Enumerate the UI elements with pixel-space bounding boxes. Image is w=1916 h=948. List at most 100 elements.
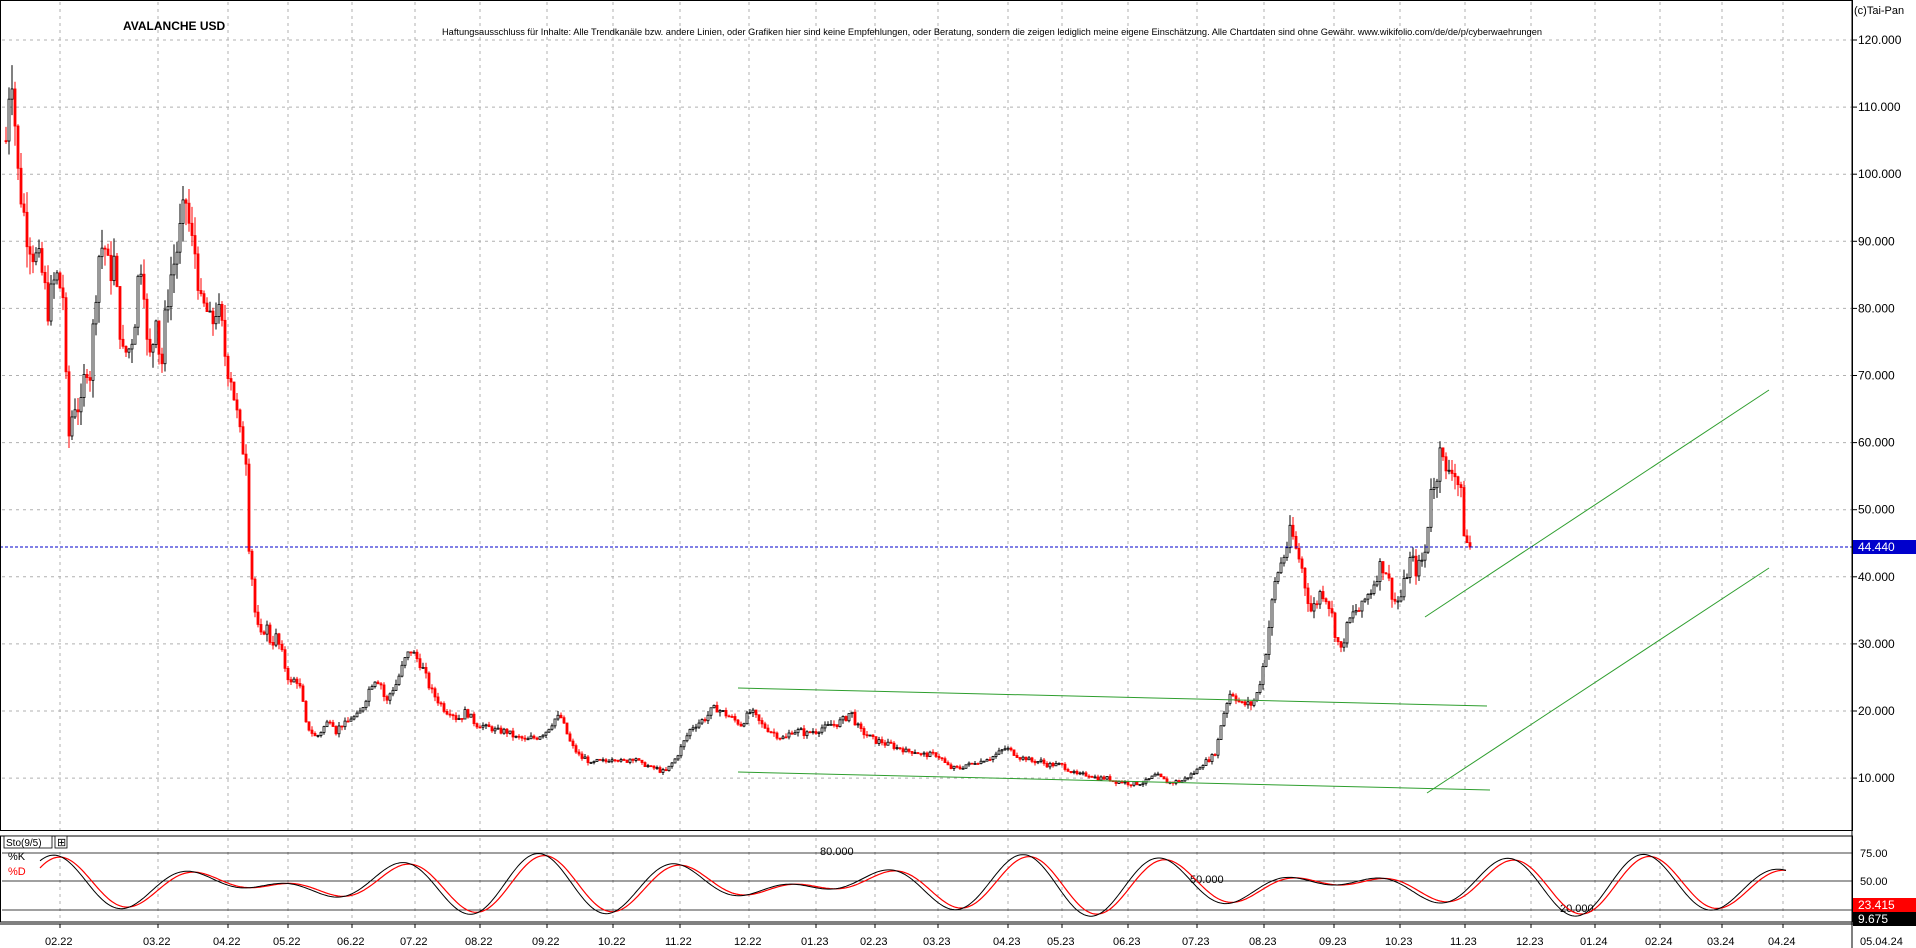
candle — [472, 711, 476, 727]
candle — [754, 709, 758, 718]
candle — [1366, 593, 1370, 605]
x-tick-label: 03.22 — [143, 936, 171, 948]
candle — [1258, 680, 1262, 695]
candle — [829, 720, 833, 726]
candle — [148, 328, 152, 357]
candle — [1084, 771, 1088, 777]
candle — [1216, 737, 1220, 759]
candle — [778, 737, 782, 741]
candle — [1456, 475, 1460, 497]
candle — [898, 747, 902, 751]
candle — [598, 758, 602, 761]
candle — [235, 393, 239, 419]
candle — [37, 239, 41, 258]
candle — [1234, 693, 1238, 705]
candle — [1225, 702, 1229, 718]
candle — [853, 709, 857, 726]
candle — [100, 229, 104, 269]
x-tick-label: 11.23 — [1450, 936, 1477, 948]
candle — [604, 758, 608, 764]
current-price-label: 44.440 — [1858, 540, 1895, 554]
candle — [1369, 589, 1373, 599]
y-tick-label: 90.000 — [1858, 234, 1895, 248]
candle — [103, 245, 107, 266]
candle — [1186, 777, 1190, 781]
candle — [1387, 564, 1391, 582]
candle — [649, 765, 653, 768]
candle — [1390, 577, 1394, 608]
candle — [397, 673, 401, 686]
candle — [196, 246, 200, 300]
candle — [1033, 759, 1037, 766]
candle — [622, 758, 626, 761]
candle — [355, 710, 359, 718]
candle — [835, 724, 839, 730]
candle — [16, 124, 20, 180]
candle — [418, 653, 422, 671]
candle — [1192, 770, 1196, 775]
candle — [601, 757, 605, 763]
candle — [385, 694, 389, 704]
candle — [274, 628, 278, 648]
candle — [529, 732, 533, 740]
x-tick-label: 08.23 — [1249, 936, 1277, 948]
candle — [337, 722, 341, 738]
candle — [946, 760, 950, 766]
candle — [256, 604, 260, 628]
candle — [1291, 516, 1295, 540]
candle — [1129, 784, 1133, 788]
candle — [1063, 762, 1067, 772]
candle — [1057, 762, 1061, 766]
candle — [559, 712, 563, 719]
candle — [1279, 557, 1283, 574]
candle — [1384, 571, 1388, 575]
candle — [187, 189, 191, 232]
candle — [1003, 745, 1007, 751]
candle — [1054, 760, 1058, 767]
x-tick-label: 05.22 — [273, 936, 301, 948]
candle — [454, 712, 458, 723]
candle — [466, 708, 470, 719]
candle — [628, 758, 632, 765]
candle — [328, 719, 332, 725]
candle — [1342, 638, 1346, 652]
candle — [535, 736, 539, 741]
candle — [1039, 757, 1043, 764]
candle — [550, 723, 554, 731]
candle — [676, 754, 680, 762]
candle — [412, 650, 416, 654]
candle — [286, 666, 290, 685]
candle — [1336, 637, 1340, 646]
candle — [499, 725, 503, 735]
candle — [808, 730, 812, 734]
candle — [1408, 551, 1412, 584]
candle — [502, 727, 506, 735]
candle — [724, 707, 728, 719]
candle — [733, 713, 737, 723]
candle — [322, 725, 326, 735]
candle — [373, 681, 377, 689]
candle — [124, 345, 128, 358]
candle — [1159, 773, 1163, 778]
disclaimer-text: Haftungsausschluss für Inhalte: Alle Tre… — [442, 27, 1542, 38]
candle — [199, 278, 203, 297]
candle — [760, 717, 764, 728]
candle — [568, 731, 572, 742]
candle — [1162, 776, 1166, 780]
candle — [1012, 749, 1016, 757]
candle — [907, 748, 911, 754]
x-tick-label: 09.23 — [1319, 936, 1347, 948]
candle — [250, 549, 254, 587]
candle — [91, 319, 95, 398]
candle — [160, 347, 164, 373]
candle — [793, 729, 797, 735]
candle — [517, 734, 521, 740]
indicator-title: Sto(9/5) — [6, 838, 42, 849]
candle — [184, 198, 188, 226]
candle — [607, 759, 611, 763]
candle — [1270, 598, 1274, 636]
candle — [982, 760, 986, 763]
y-tick-label: 120.000 — [1858, 33, 1902, 47]
candle — [364, 699, 368, 711]
candle — [958, 764, 962, 770]
